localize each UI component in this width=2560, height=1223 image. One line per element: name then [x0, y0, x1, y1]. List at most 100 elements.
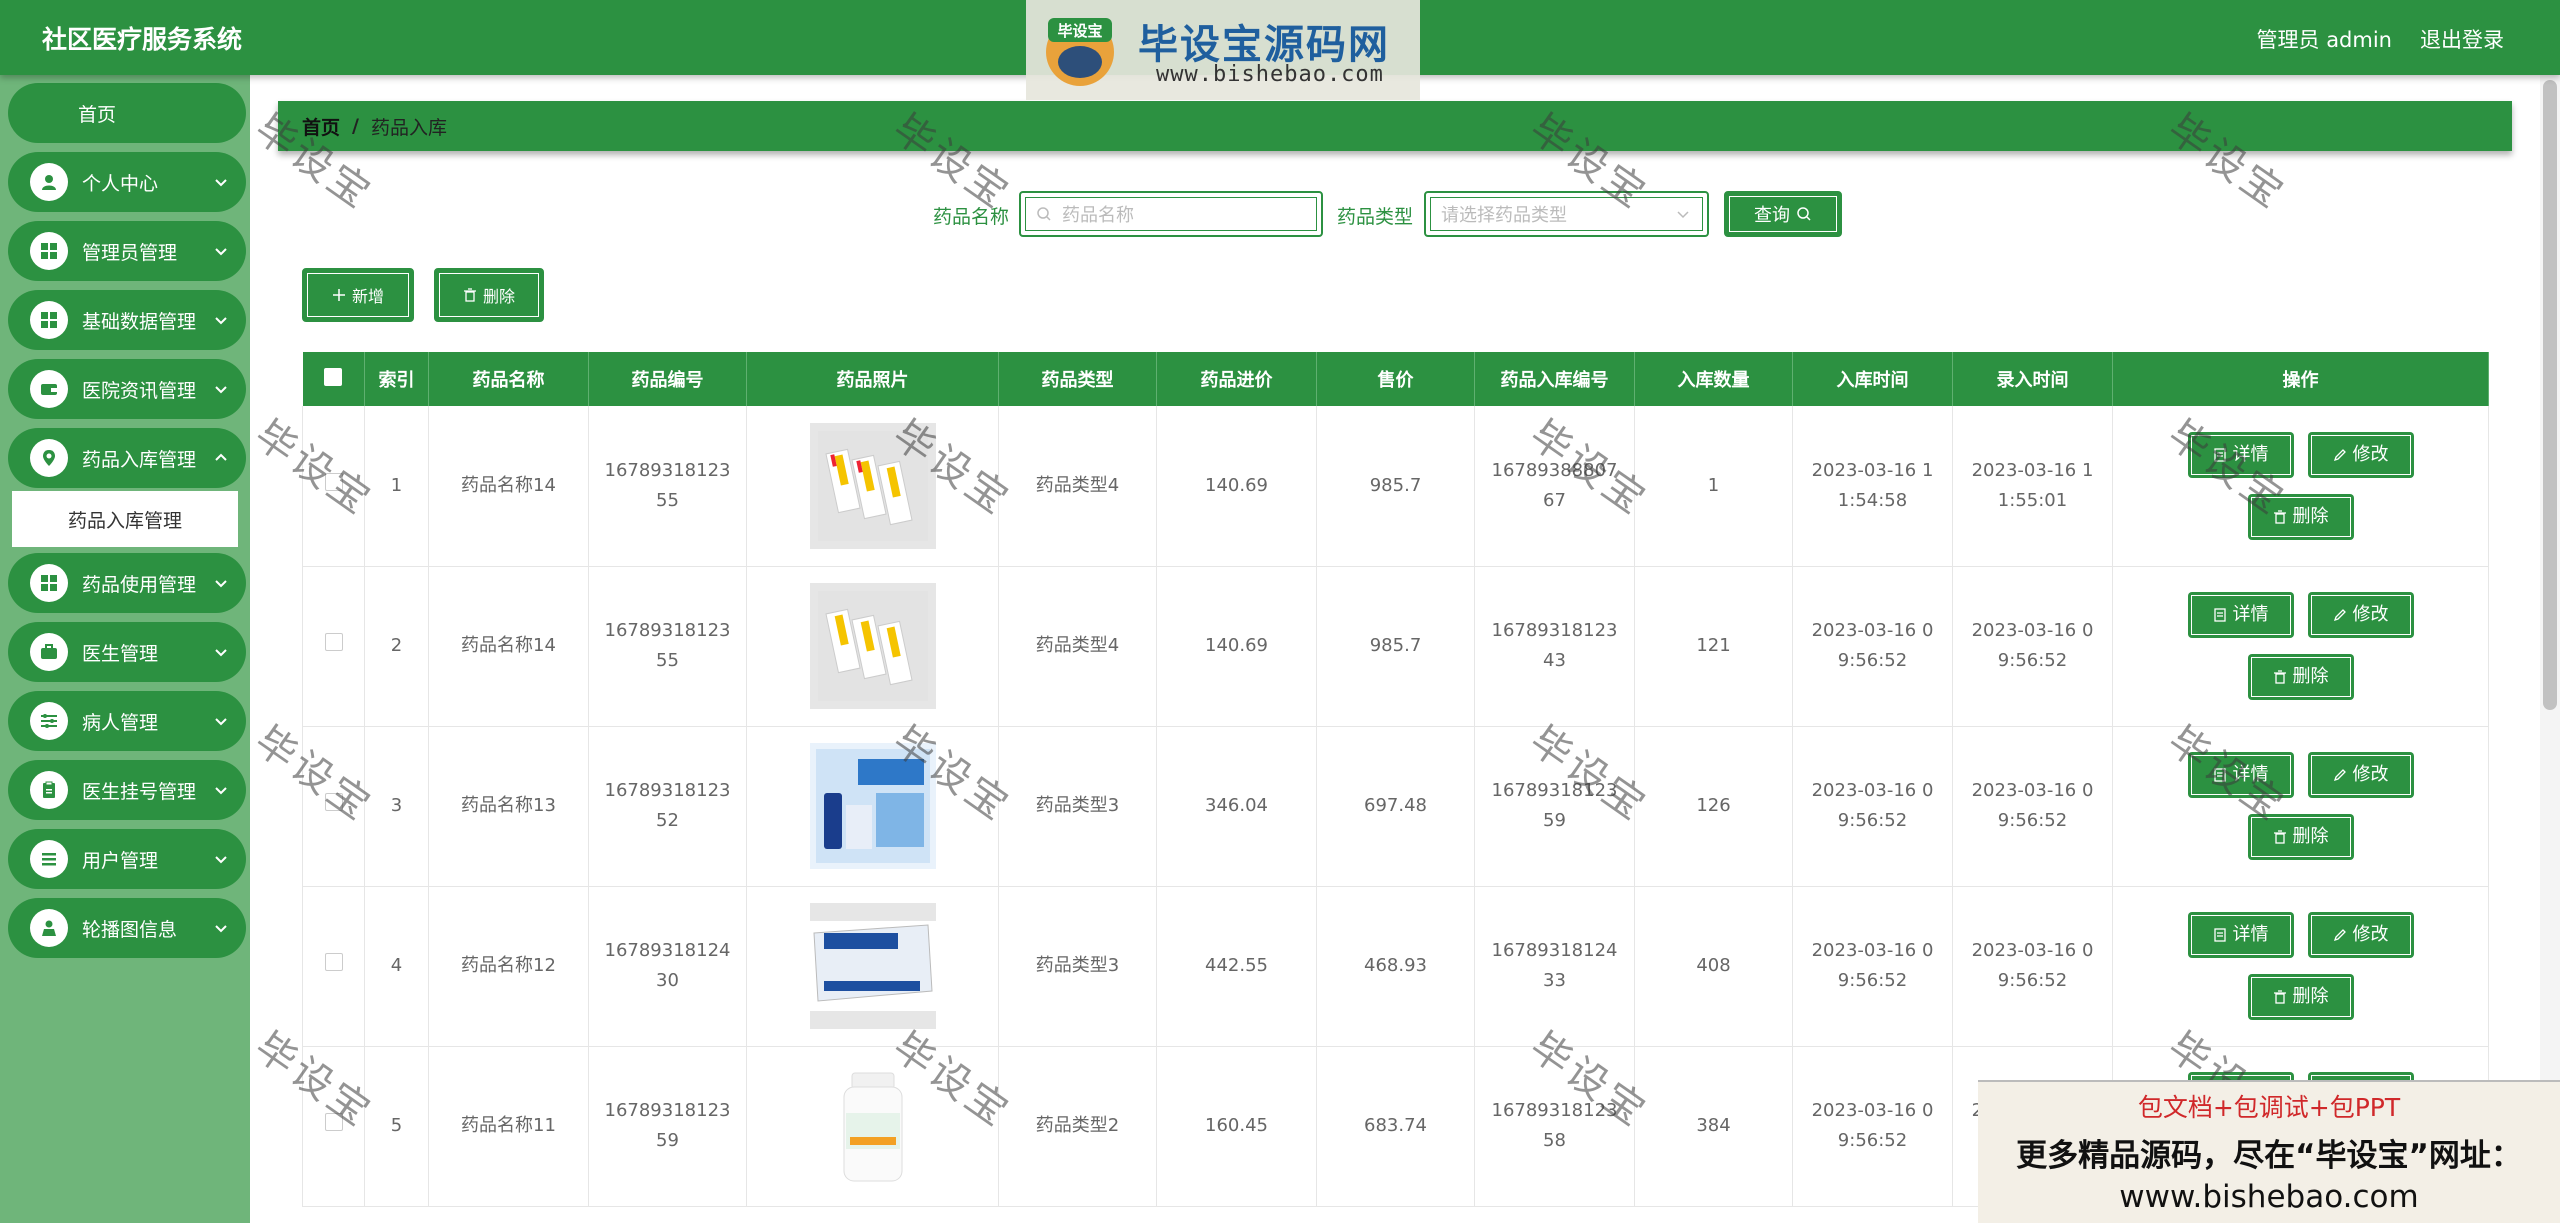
- detail-button[interactable]: 详情: [2187, 912, 2294, 958]
- chevron-down-icon: [215, 856, 227, 864]
- app-title: 社区医疗服务系统: [42, 25, 243, 54]
- delete-label: 删除: [2292, 826, 2329, 847]
- drug-photo-bottle: [809, 1063, 936, 1189]
- drug-photo: [809, 903, 936, 1029]
- cell-cost: 140.69: [1156, 566, 1317, 727]
- cell-code: 1678931812430: [588, 886, 747, 1047]
- chevron-down-icon: [215, 386, 227, 394]
- logout-link[interactable]: 退出登录: [2420, 24, 2504, 54]
- search-icon: [1037, 207, 1051, 221]
- select-all-checkbox[interactable]: [324, 367, 343, 386]
- document-icon: [2213, 928, 2226, 942]
- sidebar-item-basic-data[interactable]: 基础数据管理: [8, 290, 246, 350]
- table-row: 2 药品名称14 1678931812355 药品类型4 140.69 985.7 1678…: [302, 566, 2489, 727]
- detail-button[interactable]: 详情: [2187, 431, 2294, 478]
- logo-badge-text: 毕设宝: [1057, 22, 1102, 40]
- cell-in_time: 2023-03-16 09:56:52: [1792, 566, 1953, 727]
- chevron-down-icon: [215, 718, 227, 726]
- breadcrumb-separator: /: [352, 115, 359, 137]
- column-header: 药品照片: [746, 352, 999, 406]
- cell-type: 药品类型4: [998, 566, 1157, 727]
- drug-photo: [809, 1063, 936, 1189]
- sidebar-item-label: 药品使用管理: [82, 573, 197, 596]
- column-header: 入库数量: [1634, 352, 1793, 406]
- chevron-down-icon: [215, 580, 227, 588]
- drug-type-select[interactable]: 请选择药品类型: [1424, 191, 1709, 237]
- edit-button[interactable]: 修改: [2307, 431, 2414, 478]
- sidebar-item-doctor[interactable]: 医生管理: [8, 622, 246, 682]
- delete-button[interactable]: 删除: [2247, 654, 2354, 700]
- sidebar-item-admin[interactable]: 管理员管理: [8, 221, 246, 281]
- promo-line1: 包文档+包调试+包PPT: [2137, 1093, 2401, 1122]
- row-select[interactable]: [302, 726, 365, 887]
- row-checkbox[interactable]: [324, 472, 343, 491]
- sidebar-item-patient[interactable]: 病人管理: [8, 691, 246, 751]
- row-select[interactable]: [302, 566, 365, 727]
- row-checkbox[interactable]: [324, 633, 343, 651]
- cell-qty: 1: [1634, 406, 1793, 567]
- chevron-down-icon: [215, 925, 227, 933]
- row-select[interactable]: [302, 886, 365, 1047]
- cell-cost: 160.45: [1156, 1046, 1317, 1207]
- column-header: 索引: [364, 352, 429, 406]
- site-logo-watermark: 毕设宝 毕设宝源码网 www.bishebao.com: [1026, 0, 1420, 100]
- detail-label: 详情: [2232, 924, 2269, 945]
- chevron-down-icon: [1677, 211, 1689, 219]
- row-checkbox[interactable]: [324, 793, 343, 811]
- grid-icon: [30, 564, 68, 602]
- sidebar-item-home[interactable]: 首页: [8, 83, 246, 143]
- drug-photo-boxes: [817, 430, 928, 541]
- clipboard-icon: [30, 771, 68, 809]
- edit-button[interactable]: 修改: [2307, 912, 2414, 958]
- breadcrumb-home[interactable]: 首页: [302, 113, 340, 140]
- table-header-row: 索引 药品名称 药品编号 药品照片 药品类型 药品进价 售价 药品入库编号 入库…: [302, 352, 2489, 406]
- sidebar-item-registration[interactable]: 医生挂号管理: [8, 760, 246, 820]
- delete-button[interactable]: 删除: [2247, 493, 2354, 540]
- detail-button[interactable]: 详情: [2187, 592, 2294, 638]
- add-button[interactable]: 新增: [302, 268, 414, 322]
- pencil-icon: [2333, 609, 2346, 622]
- sidebar-item-label: 医院资讯管理: [82, 379, 197, 402]
- cell-cost: 442.55: [1156, 886, 1317, 1047]
- column-header: 入库时间: [1792, 352, 1953, 406]
- cell-drug-photo: [746, 886, 999, 1047]
- document-icon: [2213, 768, 2226, 782]
- promo-line3: www.bishebao.com: [2119, 1179, 2419, 1215]
- edit-button[interactable]: 修改: [2307, 592, 2414, 638]
- cell-idx: 4: [364, 886, 429, 1047]
- edit-button[interactable]: 修改: [2307, 752, 2414, 798]
- document-icon: [2213, 608, 2226, 622]
- submenu-item-drug-stock[interactable]: 药品入库管理: [12, 491, 238, 547]
- cell-cost: 140.69: [1156, 406, 1317, 567]
- cell-type: 药品类型2: [998, 1046, 1157, 1207]
- sidebar-item-label: 首页: [77, 103, 116, 126]
- drug-photo: [809, 743, 936, 869]
- sidebar-item-user[interactable]: 用户管理: [8, 829, 246, 889]
- batch-delete-button[interactable]: 删除: [434, 268, 544, 322]
- drug-type-label: 药品类型: [1337, 206, 1414, 228]
- query-button[interactable]: 查询: [1724, 191, 1842, 237]
- sidebar-item-carousel[interactable]: 轮播图信息: [8, 898, 246, 958]
- sidebar-item-drug-usage[interactable]: 药品使用管理: [8, 553, 246, 613]
- cell-in_code: 1678938880767: [1474, 406, 1635, 567]
- page-scrollbar-thumb[interactable]: [2543, 80, 2557, 710]
- chevron-down-icon: [215, 248, 227, 256]
- sidebar-item-profile[interactable]: 个人中心: [8, 152, 246, 212]
- row-select[interactable]: [302, 406, 365, 567]
- delete-button[interactable]: 删除: [2247, 814, 2354, 860]
- sidebar-item-news[interactable]: 医院资讯管理: [8, 359, 246, 419]
- list-icon: [30, 840, 68, 878]
- row-select[interactable]: [302, 1046, 365, 1207]
- row-checkbox[interactable]: [324, 953, 343, 971]
- cell-idx: 2: [364, 566, 429, 727]
- delete-button[interactable]: 删除: [2247, 974, 2354, 1020]
- cell-in_code: 1678931812343: [1474, 566, 1635, 727]
- sidebar-item-drug-stock[interactable]: 药品入库管理: [8, 428, 246, 488]
- select-all-header[interactable]: [302, 352, 365, 406]
- cell-code: 1678931812359: [588, 1046, 747, 1207]
- cell-qty: 126: [1634, 726, 1793, 887]
- detail-button[interactable]: 详情: [2187, 752, 2294, 798]
- cell-type: 药品类型4: [998, 406, 1157, 567]
- drug-name-input[interactable]: 药品名称: [1019, 191, 1323, 237]
- row-checkbox[interactable]: [324, 1113, 343, 1131]
